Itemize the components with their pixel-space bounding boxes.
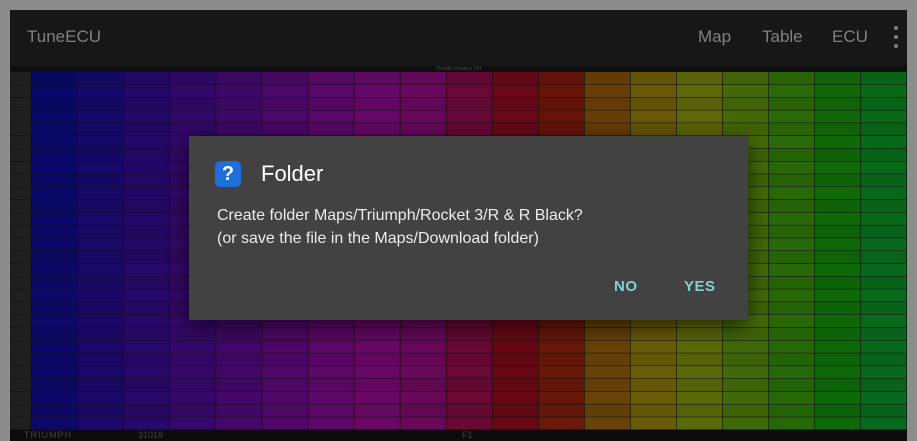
dialog-message: Create folder Maps/Triumph/Rocket 3/R & … [217, 204, 737, 250]
dialog-message-line-2: (or save the file in the Maps/Download f… [217, 230, 539, 247]
yes-button[interactable]: YES [684, 278, 716, 295]
question-icon: ? [215, 161, 241, 187]
folder-dialog: ? Folder Create folder Maps/Triumph/Rock… [189, 136, 748, 320]
dialog-message-line-1: Create folder Maps/Triumph/Rocket 3/R & … [217, 207, 583, 224]
dialog-title: Folder [261, 161, 324, 186]
no-button[interactable]: NO [614, 278, 638, 295]
